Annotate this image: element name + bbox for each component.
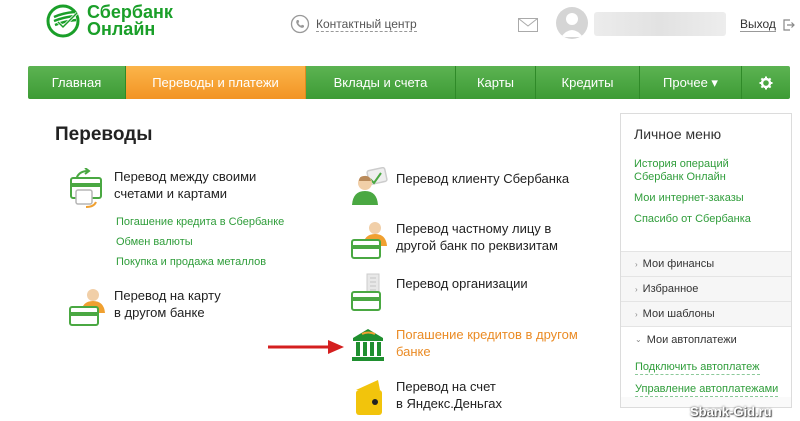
contact-center-link[interactable]: Контактный центр [316, 17, 417, 32]
personal-menu-title: Личное меню [634, 126, 722, 142]
nav-home[interactable]: Главная [28, 66, 126, 99]
link-internet-orders[interactable]: Мои интернет-заказы [634, 192, 791, 205]
repay-credit-other-bank-label: Погашение кредитов в другом банке [396, 326, 578, 360]
contact-center[interactable]: Контактный центр [290, 14, 417, 34]
section-label: Мои финансы [642, 258, 715, 270]
section-label: Избранное [642, 283, 699, 295]
mail-icon[interactable] [518, 18, 538, 32]
avatar[interactable] [556, 7, 588, 39]
label-line: Перевод на карту [114, 288, 221, 303]
nav-deposits-accounts[interactable]: Вклады и счета [306, 66, 456, 99]
label-line: банке [396, 344, 431, 359]
phone-icon [290, 14, 310, 34]
nav-transfers-payments[interactable]: Переводы и платежи [126, 66, 306, 99]
logo-line-2: Онлайн [87, 19, 156, 39]
chevron-right-icon: › [635, 309, 638, 319]
person-card-icon [352, 167, 388, 205]
transfer-to-card-other-bank[interactable]: Перевод на карту в другом банке [68, 287, 221, 327]
link-connect-autopayment[interactable]: Подключить автоплатеж [635, 361, 760, 375]
organization-building-icon [351, 273, 381, 311]
label-line: Перевод на счет [396, 379, 496, 394]
link-repay-sber-credit[interactable]: Погашение кредита в Сбербанке [116, 216, 284, 228]
label-line: в Яндекс.Деньгах [396, 396, 503, 411]
repay-credit-other-bank[interactable]: Погашение кредитов в другом банке [350, 326, 578, 366]
transfer-private-person-other-bank[interactable]: Перевод частному лицу в другой банк по р… [350, 220, 558, 260]
label-line: Перевод клиенту Сбербанка [396, 171, 570, 186]
user-silhouette-icon [561, 13, 583, 37]
yandex-wallet-icon [356, 380, 382, 415]
link-manage-autopayments[interactable]: Управление автоплатежами [635, 383, 779, 397]
transfer-sber-client[interactable]: Перевод клиенту Сбербанка [350, 167, 569, 207]
label-line: Перевод организации [396, 276, 528, 291]
label-line: Перевод частному лицу в [396, 221, 552, 236]
private-person-transfer-icon [351, 222, 387, 259]
personal-menu-sidebar: Личное меню История операций Сбербанк Он… [620, 113, 792, 408]
red-arrow-icon [268, 340, 344, 354]
transfer-sber-client-label: Перевод клиенту Сбербанка [396, 167, 569, 187]
exit-label: Выход [740, 17, 776, 32]
transfer-own-accounts[interactable]: Перевод между своими счетами и картами [68, 168, 256, 208]
section-label: Мои шаблоны [642, 308, 715, 320]
nav-other[interactable]: Прочее ▾ [640, 66, 742, 99]
main-nav: Главная Переводы и платежи Вклады и счет… [28, 66, 790, 99]
label-line: в другом банке [114, 305, 205, 320]
chevron-right-icon: › [635, 259, 638, 269]
label-line: Сбербанк Онлайн [634, 171, 726, 183]
autopayments-submenu: Подключить автоплатеж Управление автопла… [621, 352, 791, 397]
sberbank-logo[interactable]: Сбербанк Онлайн [46, 3, 173, 39]
nav-settings[interactable] [742, 66, 790, 99]
card-transfer-person-icon [69, 289, 105, 326]
watermark: Sbank-Gid.ru [690, 404, 772, 419]
sidebar-item-favorites[interactable]: › Избранное [621, 277, 791, 302]
label-line: История операций [634, 158, 729, 170]
sidebar-item-autopayments[interactable]: ⌄ Мои автоплатежи [621, 327, 791, 352]
transfer-yandex-money[interactable]: Перевод на счет в Яндекс.Деньгах [350, 378, 502, 418]
link-spasibo[interactable]: Спасибо от Сбербанка [634, 213, 791, 226]
sidebar-item-templates[interactable]: › Мои шаблоны [621, 302, 791, 327]
transfer-to-card-other-bank-label: Перевод на карту в другом банке [114, 287, 221, 321]
transfer-organization-label: Перевод организации [396, 272, 528, 292]
exit-button[interactable]: Выход [740, 17, 795, 32]
label-line: другой банк по реквизитам [396, 238, 558, 253]
sidebar-item-finances[interactable]: › Мои финансы [621, 252, 791, 277]
label-line: Погашение кредитов в другом [396, 327, 578, 342]
label-line: Перевод между своими [114, 169, 257, 184]
username-blurred [594, 12, 726, 36]
personal-menu-header: Личное меню История операций Сбербанк Он… [621, 114, 791, 252]
section-label: Мои автоплатежи [646, 333, 737, 346]
transfer-private-person-label: Перевод частному лицу в другой банк по р… [396, 220, 558, 254]
link-currency-exchange[interactable]: Обмен валюты [116, 236, 284, 248]
nav-credits[interactable]: Кредиты [536, 66, 640, 99]
chevron-right-icon: › [635, 284, 638, 294]
sberbank-logo-icon [46, 4, 80, 38]
label-line: счетами и картами [114, 186, 228, 201]
transfer-own-accounts-label: Перевод между своими счетами и картами [114, 168, 256, 202]
chevron-down-icon: ⌄ [635, 335, 642, 344]
transfer-organization[interactable]: Перевод организации [350, 272, 528, 312]
sub-links: Погашение кредита в Сбербанке Обмен валю… [116, 216, 284, 276]
logo-text: Сбербанк Онлайн [87, 3, 173, 39]
link-metals[interactable]: Покупка и продажа металлов [116, 256, 284, 268]
own-accounts-transfer-icon [70, 168, 102, 208]
bank-building-icon [352, 329, 384, 361]
nav-cards[interactable]: Карты [456, 66, 536, 99]
gear-icon [759, 76, 773, 89]
link-operations-history[interactable]: История операций Сбербанк Онлайн [634, 158, 791, 184]
transfer-yandex-money-label: Перевод на счет в Яндекс.Деньгах [396, 378, 502, 412]
page-title: Переводы [55, 124, 153, 145]
logout-icon [783, 18, 795, 31]
